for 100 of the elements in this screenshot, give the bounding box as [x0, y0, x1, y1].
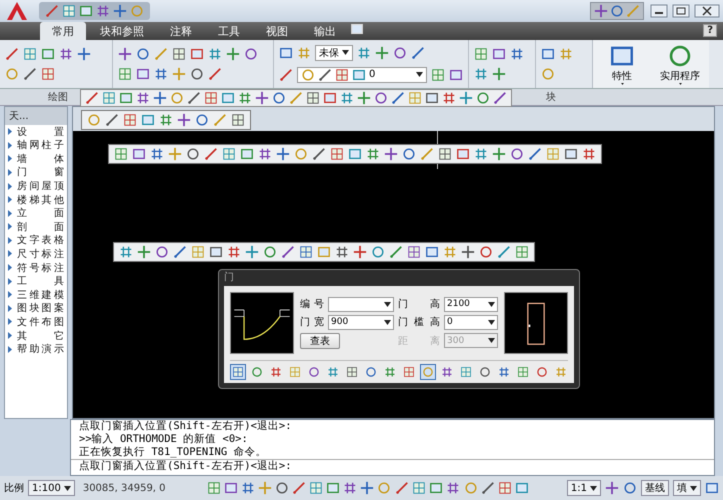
grid-icon[interactable]: [222, 146, 236, 161]
circle-icon[interactable]: [479, 244, 493, 259]
square-icon[interactable]: [323, 90, 337, 105]
circle-icon[interactable]: [272, 90, 286, 105]
hash-icon[interactable]: [136, 90, 150, 105]
cross-icon[interactable]: [245, 244, 259, 259]
grid-icon[interactable]: [62, 4, 76, 18]
cross-icon[interactable]: [594, 4, 608, 18]
square-icon[interactable]: [224, 481, 238, 496]
line-icon[interactable]: [497, 244, 511, 259]
grid-icon[interactable]: [118, 66, 132, 81]
circle-icon[interactable]: [274, 481, 289, 496]
square-icon[interactable]: [425, 244, 439, 259]
baseline-button[interactable]: 基线: [641, 480, 669, 496]
sidebar-item[interactable]: 剖 面: [5, 220, 67, 234]
circle-icon[interactable]: [136, 46, 150, 61]
square-icon[interactable]: [209, 244, 223, 259]
grid-icon[interactable]: [335, 68, 349, 82]
circle-icon[interactable]: [155, 244, 169, 259]
sidebar-item[interactable]: 门 窗: [5, 166, 67, 180]
square-icon[interactable]: [425, 90, 439, 105]
circle-icon[interactable]: [371, 244, 385, 259]
line-icon[interactable]: [85, 90, 99, 105]
line-icon[interactable]: [411, 46, 425, 60]
hash-icon[interactable]: [446, 481, 460, 496]
hash-icon[interactable]: [208, 46, 222, 61]
line-icon[interactable]: [389, 244, 403, 259]
cross-icon[interactable]: [492, 146, 506, 161]
circle-icon[interactable]: [244, 46, 258, 61]
caret-icon[interactable]: [690, 486, 697, 491]
square-icon[interactable]: [492, 46, 506, 61]
grid-icon[interactable]: [306, 90, 320, 105]
line-icon[interactable]: [312, 146, 326, 161]
grid-icon[interactable]: [204, 90, 218, 105]
square-icon[interactable]: [352, 68, 366, 82]
grid-icon[interactable]: [474, 46, 488, 61]
square-icon[interactable]: [428, 481, 443, 496]
cross-icon[interactable]: [113, 4, 127, 18]
caret-icon[interactable]: [488, 320, 495, 325]
circle-icon[interactable]: [393, 46, 407, 60]
line-icon[interactable]: [5, 46, 19, 61]
circle-icon[interactable]: [623, 481, 637, 496]
square-icon[interactable]: [41, 46, 55, 61]
square-icon[interactable]: [190, 46, 204, 61]
hash-icon[interactable]: [119, 244, 133, 259]
hash-icon[interactable]: [150, 146, 164, 161]
cross-icon[interactable]: [375, 46, 389, 60]
ribbon-tab[interactable]: 工具: [206, 22, 252, 40]
cross-icon[interactable]: [605, 481, 619, 496]
square-icon[interactable]: [279, 46, 293, 60]
square-icon[interactable]: [141, 112, 155, 127]
circle-icon[interactable]: [510, 146, 524, 161]
square-icon[interactable]: [564, 146, 578, 161]
scale-dropdown[interactable]: 1:100: [28, 480, 75, 496]
square-icon[interactable]: [348, 146, 362, 161]
square-icon[interactable]: [514, 481, 529, 496]
square-icon[interactable]: [136, 66, 150, 81]
hash-icon[interactable]: [227, 244, 241, 259]
sidebar-item[interactable]: 房间屋顶: [5, 179, 67, 193]
help-button[interactable]: ?: [703, 24, 717, 38]
line-icon[interactable]: [394, 481, 409, 496]
sidebar-item[interactable]: 三维建模: [5, 288, 67, 302]
cross-icon[interactable]: [459, 90, 473, 105]
combo-field[interactable]: 900: [328, 314, 394, 330]
line-icon[interactable]: [493, 90, 507, 105]
sidebar-item[interactable]: 墙 体: [5, 152, 67, 166]
grid-icon[interactable]: [172, 46, 186, 61]
grid-icon[interactable]: [299, 244, 313, 259]
grid-icon[interactable]: [114, 146, 128, 161]
circle-icon[interactable]: [186, 146, 200, 161]
hash-icon[interactable]: [154, 66, 168, 81]
combo-field[interactable]: 0: [444, 314, 498, 330]
cross-icon[interactable]: [226, 46, 240, 61]
circle-icon[interactable]: [263, 244, 277, 259]
line-icon[interactable]: [204, 146, 218, 161]
square-icon[interactable]: [221, 90, 235, 105]
cross-icon[interactable]: [77, 46, 91, 61]
line-icon[interactable]: [23, 66, 37, 81]
close-button[interactable]: [694, 4, 720, 18]
cross-icon[interactable]: [492, 66, 506, 81]
sidebar-item[interactable]: 其 它: [5, 328, 67, 342]
sidebar-item[interactable]: 轴网柱子: [5, 138, 67, 152]
hash-icon[interactable]: [582, 146, 596, 161]
ribbon-tab[interactable]: 视图: [254, 22, 300, 40]
caret-icon[interactable]: [384, 302, 391, 307]
annotation-scale-button[interactable]: 1:1: [566, 480, 601, 496]
line-icon[interactable]: [292, 481, 306, 496]
line-icon[interactable]: [187, 90, 201, 105]
circle-icon[interactable]: [610, 4, 624, 18]
ribbon-large-button[interactable]: 特性: [593, 40, 651, 88]
square-icon[interactable]: [119, 90, 133, 105]
line-icon[interactable]: [391, 90, 405, 105]
cross-icon[interactable]: [177, 112, 191, 127]
sidebar-item[interactable]: 设 置: [5, 124, 67, 138]
grid-icon[interactable]: [407, 244, 421, 259]
caret-icon[interactable]: [342, 50, 349, 56]
ribbon-tab[interactable]: 常用: [40, 22, 86, 40]
square-icon[interactable]: [449, 68, 463, 82]
grid-icon[interactable]: [330, 146, 344, 161]
square-icon[interactable]: [350, 22, 364, 36]
